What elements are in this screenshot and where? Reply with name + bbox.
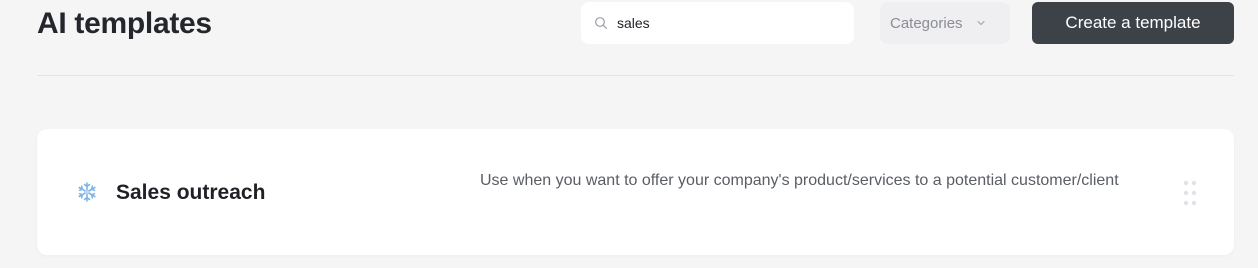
template-description: Use when you want to offer your company'… [480, 172, 1119, 189]
search-input[interactable] [617, 15, 837, 31]
template-card[interactable]: Sales outreach Use when you want to offe… [37, 129, 1234, 255]
create-template-button[interactable]: Create a template [1032, 2, 1234, 44]
categories-label: Categories [890, 14, 963, 32]
search-icon [594, 16, 608, 30]
search-box[interactable] [581, 2, 854, 44]
categories-dropdown[interactable]: Categories [880, 2, 1010, 44]
template-title: Sales outreach [116, 181, 266, 204]
page-title: AI templates [37, 7, 212, 40]
drag-handle-icon[interactable] [1182, 180, 1198, 206]
snowflake-icon [75, 180, 99, 204]
templates-page: AI templates Categories Create a templat… [0, 0, 1258, 268]
header-divider [37, 75, 1234, 76]
chevron-down-icon [976, 18, 986, 28]
